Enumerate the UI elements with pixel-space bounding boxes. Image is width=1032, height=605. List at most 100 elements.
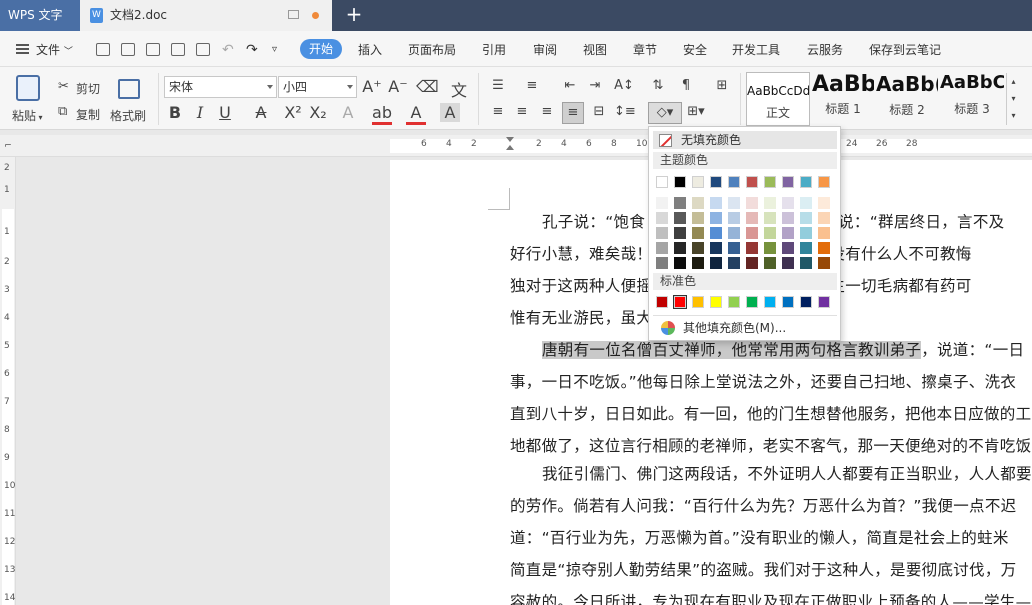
theme-shade-swatch[interactable] (692, 227, 704, 239)
theme-shade-swatch[interactable] (710, 197, 722, 209)
paste-icon[interactable] (16, 75, 40, 101)
theme-shade-swatch[interactable] (674, 197, 686, 209)
document-canvas[interactable]: 孔子说：“饱食 ”又说：“群居终日，言不及好行小慧，难矣哉！ 心目中没有什么人不可教… (16, 157, 1032, 605)
text-direction-icon[interactable]: A↕ (614, 78, 634, 93)
phonetic-guide-icon[interactable]: 文 (446, 77, 472, 101)
char-shading-icon[interactable]: A (440, 103, 460, 122)
bold-icon[interactable]: B (165, 103, 185, 122)
theme-shade-swatch[interactable] (800, 257, 812, 269)
theme-shade-swatch[interactable] (692, 197, 704, 209)
align-left-icon[interactable]: ≡ (488, 104, 508, 119)
tab-cloud-service[interactable]: 云服务 (807, 40, 843, 60)
theme-shade-swatch[interactable] (656, 197, 668, 209)
theme-shade-swatch[interactable] (818, 197, 830, 209)
copy-button[interactable]: 复制 (76, 106, 100, 123)
redo-icon[interactable]: ↷ (246, 40, 258, 60)
style-heading-2[interactable]: AaBb( 标题 2 (876, 72, 938, 126)
indent-marker-icon[interactable] (506, 137, 514, 155)
tab-insert[interactable]: 插入 (358, 40, 382, 60)
theme-shade-swatch[interactable] (818, 242, 830, 254)
export-pdf-icon[interactable] (146, 43, 160, 56)
borders-icon[interactable]: ⊞▾ (686, 104, 706, 119)
tab-security[interactable]: 安全 (683, 40, 707, 60)
standard-color-swatch[interactable] (746, 296, 758, 308)
tab-review[interactable]: 审阅 (533, 40, 557, 60)
highlight-icon[interactable]: ab (372, 103, 392, 125)
theme-shade-swatch[interactable] (728, 227, 740, 239)
theme-color-swatch[interactable] (710, 176, 722, 188)
cut-button[interactable]: 剪切 (76, 80, 100, 97)
vertical-ruler[interactable]: 2 1 1 2 3 4 5 6 7 8 9 10 11 12 13 14 (0, 157, 16, 605)
theme-shade-swatch[interactable] (728, 242, 740, 254)
shrink-font-icon[interactable]: A⁻ (388, 77, 408, 96)
tab-chapter[interactable]: 章节 (633, 40, 657, 60)
standard-color-swatch[interactable] (728, 296, 740, 308)
document-text-line[interactable]: 直到八十岁，日日如此。有一回，他的门生想替他服务，把他本日应做的工 (510, 402, 1031, 424)
line-spacing-icon[interactable]: ↕≡ (614, 104, 636, 119)
standard-color-swatch[interactable] (692, 296, 704, 308)
theme-color-swatch[interactable] (674, 176, 686, 188)
file-menu[interactable]: 文件 ﹀ (36, 40, 73, 60)
document-text-line[interactable]: 事，一日不吃饭。”他每日除上堂说法之外，还要自己扫地、擦桌子、洗衣 (510, 370, 1016, 392)
theme-shade-swatch[interactable] (728, 257, 740, 269)
theme-shade-swatch[interactable] (710, 212, 722, 224)
new-tab-button[interactable]: + (340, 0, 368, 31)
align-center-icon[interactable]: ≡ (512, 104, 532, 119)
theme-shade-swatch[interactable] (710, 257, 722, 269)
more-fill-colors-option[interactable]: 其他填充颜色(M)... (653, 319, 837, 337)
document-text-line[interactable]: 简直是“掠夺别人勤劳结果”的盗贼。我们对于这种人，是要彻底讨伐，万 (510, 558, 1016, 580)
theme-shade-swatch[interactable] (692, 212, 704, 224)
theme-shade-swatch[interactable] (710, 242, 722, 254)
horizontal-ruler[interactable]: 642246810121416182022242628 (0, 135, 1032, 157)
show-marks-icon[interactable]: ¶ (676, 78, 696, 93)
print-preview-icon[interactable] (196, 43, 210, 56)
theme-shade-swatch[interactable] (800, 227, 812, 239)
document-text-line[interactable]: 我征引儒门、佛门这两段话，不外证明人人都要有正当职业，人人都要 (542, 462, 1032, 484)
standard-color-swatch[interactable] (782, 296, 794, 308)
document-text-line[interactable]: 孔子说：“饱食 ”又说：“群居终日，言不及 (542, 210, 1004, 232)
underline-icon[interactable]: U (215, 103, 235, 122)
theme-shade-swatch[interactable] (746, 197, 758, 209)
theme-color-swatch[interactable] (782, 176, 794, 188)
font-size-select[interactable]: 小四 (278, 76, 357, 98)
no-fill-option[interactable]: 无填充颜色 (653, 131, 837, 149)
document-text-line[interactable]: 好行小慧，难矣哉！ 心目中没有什么人不可教悔 (510, 242, 971, 264)
theme-shade-swatch[interactable] (746, 242, 758, 254)
font-color-icon[interactable]: A (406, 103, 426, 125)
theme-shade-swatch[interactable] (728, 197, 740, 209)
undo-icon[interactable]: ↶ (222, 40, 234, 60)
styles-scroll[interactable]: ▴ ▾ ▾ (1006, 73, 1020, 125)
customize-quick-access-icon[interactable]: ▿ (272, 40, 277, 60)
style-heading-1[interactable]: AaBb 标题 1 (812, 72, 874, 126)
theme-shade-swatch[interactable] (782, 197, 794, 209)
theme-shade-swatch[interactable] (818, 227, 830, 239)
app-menu-tab[interactable]: WPS 文字 (0, 0, 80, 31)
sort-icon[interactable]: ⇅ (648, 78, 668, 93)
strikethrough-icon[interactable]: A (251, 103, 271, 122)
theme-shade-swatch[interactable] (746, 212, 758, 224)
standard-color-swatch[interactable] (764, 296, 776, 308)
standard-color-swatch[interactable] (673, 295, 687, 309)
italic-icon[interactable]: I (190, 103, 210, 122)
table-tools-icon[interactable]: ⊞ (712, 78, 732, 93)
theme-shade-swatch[interactable] (818, 257, 830, 269)
format-painter-icon[interactable] (118, 79, 140, 99)
format-painter-button[interactable]: 格式刷 (110, 107, 146, 124)
theme-color-swatch[interactable] (764, 176, 776, 188)
theme-shade-swatch[interactable] (800, 242, 812, 254)
paragraph-shading-icon[interactable]: ◇▾ (648, 102, 682, 124)
theme-shade-swatch[interactable] (764, 212, 776, 224)
clear-format-icon[interactable]: ⌫ (416, 77, 439, 96)
bullets-icon[interactable]: ☰ (488, 78, 508, 93)
theme-shade-swatch[interactable] (656, 227, 668, 239)
theme-shade-swatch[interactable] (656, 242, 668, 254)
theme-shade-swatch[interactable] (656, 257, 668, 269)
document-text-line[interactable]: 的劳作。倘若有人问我：“百行什么为先？万恶什么为首？”我便一点不迟 (510, 494, 1016, 516)
theme-shade-swatch[interactable] (764, 257, 776, 269)
print-icon[interactable] (171, 43, 185, 56)
tab-view[interactable]: 视图 (583, 40, 607, 60)
theme-shade-swatch[interactable] (764, 197, 776, 209)
document-text-line[interactable]: 道：“百行业为先，万恶懒为首。”没有职业的懒人，简直是社会上的蛀米 (510, 526, 1009, 548)
theme-shade-swatch[interactable] (656, 212, 668, 224)
tab-page-layout[interactable]: 页面布局 (408, 40, 456, 60)
